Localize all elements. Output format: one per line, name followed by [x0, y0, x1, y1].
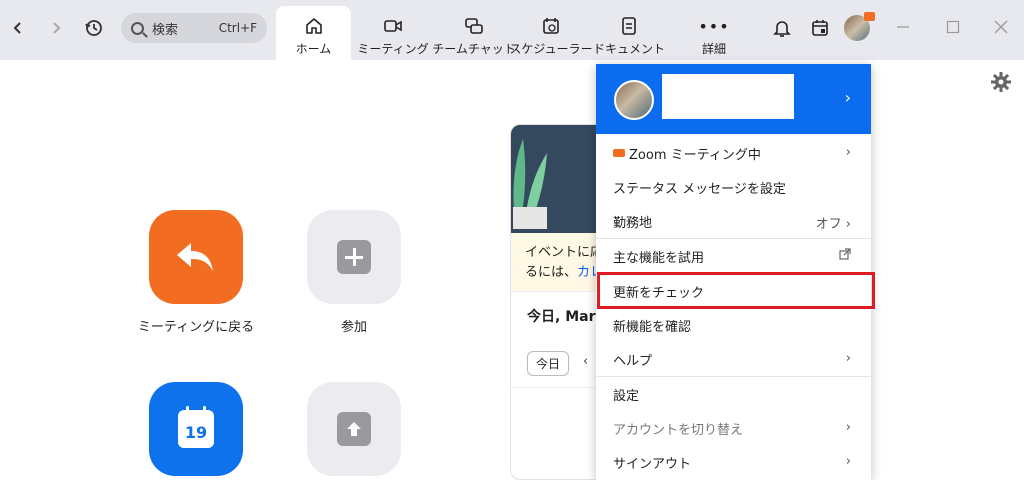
back-button[interactable] [4, 14, 32, 42]
chat-icon [465, 18, 483, 34]
document-icon [622, 17, 636, 35]
tab-label: ミーティング [357, 42, 429, 56]
close-button[interactable] [994, 18, 1008, 39]
join-label: 参加 [340, 320, 367, 335]
calendar-icon: 19 [178, 406, 214, 448]
menu-item-label: 設定 [613, 388, 640, 404]
menu-item-work-location[interactable]: 勤務地 オフ › [596, 204, 871, 238]
profile-header[interactable]: › [596, 64, 871, 134]
forward-button[interactable] [42, 14, 70, 42]
tab-more[interactable]: ••• 詳細 [684, 6, 744, 60]
tab-documents[interactable]: ドキュメント [593, 6, 666, 60]
maximize-icon [946, 20, 960, 34]
share-upload-icon [337, 412, 371, 446]
promo-line-2: るには、 [525, 265, 578, 280]
menu-item-try-features[interactable]: 主な機能を試用 [596, 239, 871, 273]
notifications-button[interactable] [768, 14, 796, 42]
calendar-button[interactable] [806, 14, 834, 42]
return-to-meeting-label: ミーティングに戻る [137, 320, 255, 335]
return-arrow-icon [177, 243, 213, 271]
in-meeting-badge [864, 12, 875, 21]
close-icon [994, 20, 1008, 34]
tab-label: チームチャット [432, 42, 516, 56]
return-to-meeting-button[interactable] [149, 210, 243, 304]
schedule-button[interactable]: 19 [149, 382, 243, 476]
menu-item-label: Zoom ミーティング中 [629, 147, 761, 163]
plus-icon [337, 240, 371, 274]
prev-day-icon[interactable]: ‹ [583, 354, 588, 369]
tab-home[interactable]: ホーム [276, 6, 351, 60]
history-icon [85, 20, 102, 36]
home-icon [305, 18, 322, 34]
maximize-button[interactable] [946, 18, 960, 39]
chevron-right-icon: › [844, 88, 851, 107]
chevron-right-icon: › [845, 420, 851, 435]
external-link-icon [839, 248, 851, 264]
work-location-value: オフ › [815, 217, 851, 232]
chevron-right-icon: › [845, 351, 851, 366]
share-screen-button[interactable] [307, 382, 401, 476]
plant-illustration [513, 139, 547, 229]
chevron-right-icon: › [845, 454, 851, 469]
calendar-day: 19 [184, 422, 208, 442]
tab-label: ドキュメント [593, 42, 666, 56]
today-button[interactable]: 今日 [527, 351, 570, 376]
menu-item-label: 主な機能を試用 [613, 250, 705, 266]
search-input[interactable]: 検索 Ctrl+F [121, 13, 267, 43]
menu-item-label: サインアウト [613, 456, 692, 472]
tab-team-chat[interactable]: チームチャット [432, 6, 516, 60]
menu-item-label: アカウントを切り替え [613, 422, 744, 438]
profile-name-redacted [662, 74, 794, 119]
tab-meetings[interactable]: ミーティング [356, 6, 430, 60]
search-icon [131, 21, 144, 35]
avatar[interactable] [844, 12, 875, 41]
menu-item-help[interactable]: ヘルプ › [596, 342, 871, 376]
scheduler-icon [543, 18, 559, 34]
settings-button[interactable] [990, 71, 1012, 97]
tab-label: 詳細 [701, 42, 726, 56]
more-icon: ••• [698, 16, 730, 36]
search-shortcut: Ctrl+F [218, 21, 257, 35]
video-icon [384, 20, 402, 32]
join-button[interactable] [307, 210, 401, 304]
minimize-icon [897, 26, 909, 28]
bell-icon [773, 21, 791, 37]
calendar-small-icon [812, 20, 828, 36]
tab-label: スケジューラー [509, 42, 593, 56]
menu-item-set-status[interactable]: ステータス メッセージを設定 [596, 170, 871, 204]
gear-icon [991, 72, 1011, 92]
work-location-status: オフ [815, 217, 842, 232]
menu-item-settings[interactable]: 設定 [596, 377, 871, 411]
tab-label: ホーム [295, 42, 332, 56]
chevron-right-icon [53, 22, 61, 34]
history-button[interactable] [80, 14, 108, 42]
menu-item-label: 勤務地 [613, 215, 653, 231]
menu-item-switch-account[interactable]: アカウントを切り替え › [596, 411, 871, 445]
menu-item-in-meeting[interactable]: Zoom ミーティング中 › [596, 136, 871, 170]
menu-item-sign-out[interactable]: サインアウト › [596, 445, 871, 479]
menu-item-label: ヘルプ [613, 353, 653, 369]
chevron-left-icon [13, 22, 21, 34]
tab-scheduler[interactable]: スケジューラー [509, 6, 593, 60]
search-placeholder: 検索 [152, 22, 179, 38]
chevron-right-icon: › [845, 145, 851, 160]
menu-item-whats-new[interactable]: 新機能を確認 [596, 308, 871, 342]
profile-avatar [614, 80, 654, 120]
menu-item-label: ステータス メッセージを設定 [613, 181, 786, 197]
annotation-highlight-box [597, 272, 875, 309]
zoom-camera-icon [613, 149, 625, 157]
title-bar: 検索 Ctrl+F ホーム ミーティング チームチャット スケジューラー ドキュ… [0, 0, 1024, 60]
menu-item-label: 新機能を確認 [613, 319, 692, 335]
minimize-button[interactable] [896, 18, 910, 39]
